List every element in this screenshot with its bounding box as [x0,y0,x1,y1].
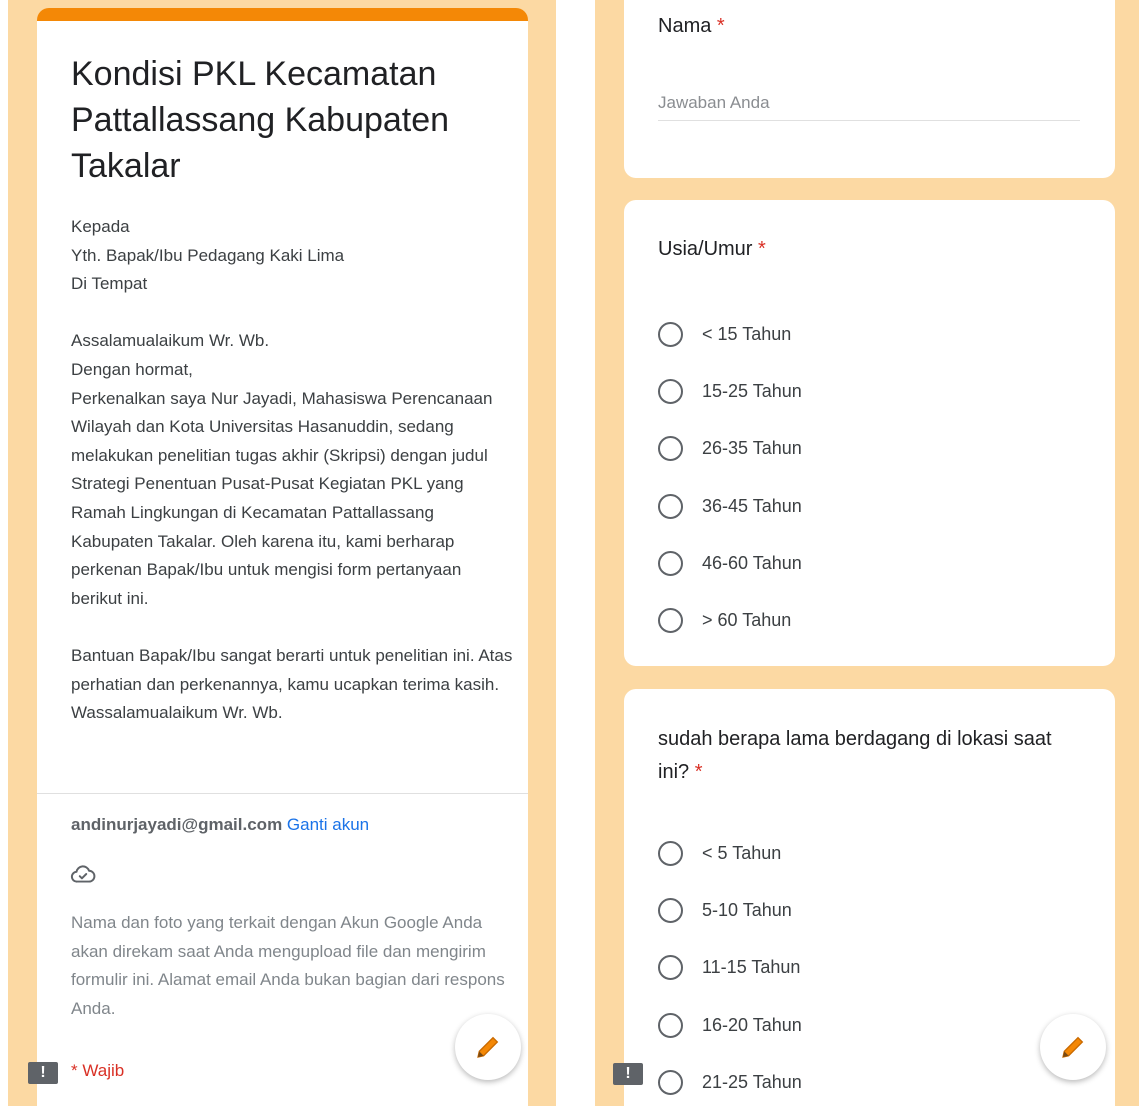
cloud-check-icon [70,865,96,883]
option-label: < 15 Tahun [702,324,792,345]
radio-button[interactable] [658,1012,683,1038]
edit-fab-button[interactable] [1040,1014,1106,1080]
option-label: 15-25 Tahun [702,381,802,402]
question-title: Usia/Umur * [658,233,766,266]
form-title: Kondisi PKL Kecamatan Pattallassang Kabu… [71,55,450,185]
required-note: * Wajib [71,1061,125,1080]
radio-button[interactable] [658,608,683,634]
required-asterisk: * [758,238,766,260]
radio-button[interactable] [658,841,683,867]
radio-option[interactable]: 26-35 Tahun [658,420,802,477]
radio-option[interactable]: 11-15 Tahun [658,939,802,996]
feedback-icon[interactable]: ! [613,1063,643,1085]
radio-button[interactable] [658,550,683,576]
question-label: sudah berapa lama berdagang di lokasi sa… [658,728,1052,783]
radio-button[interactable] [658,379,683,405]
pencil-icon [1062,1036,1084,1058]
option-label: 46-60 Tahun [702,552,802,573]
radio-option[interactable]: 46-60 Tahun [658,535,802,592]
radio-option[interactable]: 36-45 Tahun [658,478,802,535]
account-email: andinurjayadi@gmail.com [71,815,283,834]
radio-option[interactable]: 16-20 Tahun [658,997,802,1054]
question-label: Usia/Umur [658,238,753,260]
option-label: > 60 Tahun [702,610,792,631]
duration-options: < 5 Tahun 5-10 Tahun 11-15 Tahun 16-20 T… [658,825,802,1106]
question-title: Nama * [658,10,725,43]
question-title: sudah berapa lama berdagang di lokasi sa… [658,723,1078,789]
right-screen: Nama * Usia/Umur * < 15 Tahun 15-25 Tahu… [595,0,1139,1106]
radio-option[interactable]: < 15 Tahun [658,306,802,363]
radio-button[interactable] [658,493,683,519]
question-label: Nama [658,15,712,37]
option-label: 26-35 Tahun [702,438,802,459]
privacy-note: Nama dan foto yang terkait dengan Akun G… [71,913,505,1018]
required-asterisk: * [694,761,703,783]
radio-button[interactable] [658,898,683,924]
left-screen: Kondisi PKL Kecamatan Pattallassang Kabu… [8,0,556,1106]
option-label: 36-45 Tahun [702,495,802,516]
switch-account-link[interactable]: Ganti akun [287,815,369,834]
radio-button[interactable] [658,955,683,981]
feedback-icon[interactable]: ! [28,1062,58,1084]
name-answer-input[interactable] [658,86,1080,121]
radio-option[interactable]: > 60 Tahun [658,592,802,649]
account-line: andinurjayadi@gmail.com Ganti akun [71,815,369,835]
form-header-card: Kondisi PKL Kecamatan Pattallassang Kabu… [37,8,528,1106]
option-label: 11-15 Tahun [702,957,801,978]
age-options: < 15 Tahun 15-25 Tahun 26-35 Tahun 36-45… [658,306,802,649]
name-question-card: Nama * [624,0,1115,178]
option-label: 16-20 Tahun [702,1014,802,1035]
radio-option[interactable]: 15-25 Tahun [658,363,802,420]
radio-button[interactable] [658,436,683,462]
age-question-card: Usia/Umur * < 15 Tahun 15-25 Tahun 26-35… [624,200,1115,666]
option-label: < 5 Tahun [702,843,782,864]
edit-fab-button[interactable] [455,1014,521,1080]
form-description: Kepada Yth. Bapak/Ibu Pedagang Kaki Lima… [71,217,513,723]
required-asterisk: * [716,15,725,37]
radio-option[interactable]: 5-10 Tahun [658,882,802,939]
option-label: 5-10 Tahun [702,900,792,921]
radio-option[interactable]: < 5 Tahun [658,825,802,882]
radio-button[interactable] [658,1069,683,1095]
radio-option[interactable]: 21-25 Tahun [658,1054,802,1106]
option-label: 21-25 Tahun [702,1071,802,1092]
radio-button[interactable] [658,322,683,348]
divider [37,793,528,794]
pencil-icon [477,1036,499,1058]
